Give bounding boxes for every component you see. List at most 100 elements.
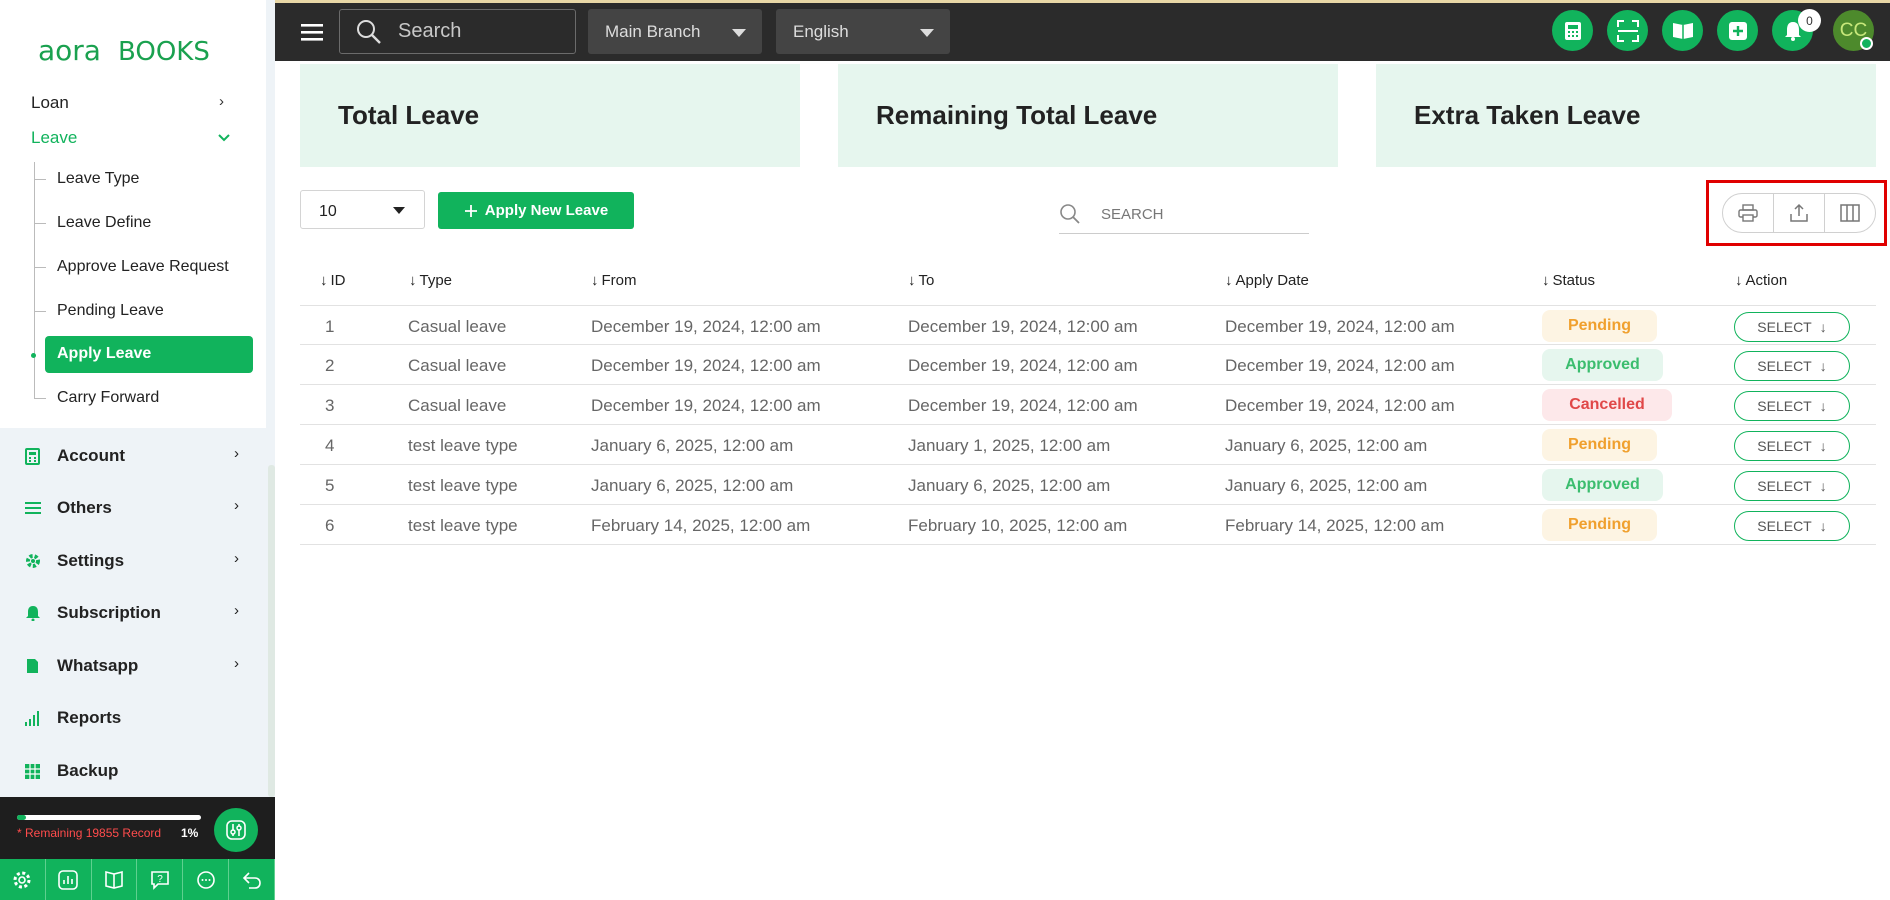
arrow-down-icon: ↓ — [1819, 438, 1827, 454]
scan-button[interactable] — [1607, 10, 1648, 51]
cell-from: January 6, 2025, 12:00 am — [591, 436, 794, 455]
cell-to: January 6, 2025, 12:00 am — [908, 476, 1111, 495]
table-row: 2 Casual leave December 19, 2024, 12:00 … — [300, 345, 1876, 385]
cell-type: test leave type — [408, 476, 518, 495]
select-label: SELECT — [1757, 398, 1812, 414]
search-icon — [1060, 204, 1080, 224]
status-badge: Pending — [1542, 509, 1657, 541]
remaining-total-leave-card: Remaining Total Leave — [838, 64, 1338, 167]
sidebar-scrollbar[interactable] — [268, 465, 275, 797]
select-action-button[interactable]: SELECT ↓ — [1734, 511, 1850, 541]
sidebar-item-apply-leave[interactable]: Apply Leave — [45, 336, 253, 373]
sidebar-item-subscription[interactable]: Subscription — [24, 603, 161, 623]
chevron-right-icon: › — [234, 497, 239, 514]
back-arrow-icon[interactable] — [229, 859, 275, 900]
sidebar-item-leave-type[interactable]: Leave Type — [57, 170, 139, 188]
cell-to: December 19, 2024, 12:00 am — [908, 396, 1138, 415]
online-status-dot — [1860, 37, 1873, 50]
quota-progress-track — [17, 815, 201, 820]
sidebar-item-loan[interactable]: Loan — [31, 93, 69, 113]
select-action-button[interactable]: SELECT ↓ — [1734, 431, 1850, 461]
status-badge: Pending — [1542, 429, 1657, 461]
select-action-button[interactable]: SELECT ↓ — [1734, 471, 1850, 501]
column-header-action[interactable]: ↓ Action — [1735, 272, 1787, 289]
search-input[interactable] — [398, 20, 548, 43]
table-search-input[interactable] — [1101, 205, 1301, 223]
print-button[interactable] — [1723, 194, 1774, 232]
sidebar-item-label: Reports — [57, 708, 122, 727]
caret-down-icon — [393, 207, 405, 214]
plus-icon — [464, 204, 477, 217]
cell-type: Casual leave — [408, 396, 507, 415]
sort-arrow-icon: ↓ — [1225, 272, 1233, 289]
sidebar-item-label: Account — [57, 446, 125, 465]
chat-icon[interactable] — [183, 859, 230, 900]
arrow-down-icon: ↓ — [1819, 478, 1827, 494]
column-header-apply-date[interactable]: ↓ Apply Date — [1225, 272, 1309, 289]
language-select[interactable]: English — [776, 9, 950, 54]
sidebar-item-backup[interactable]: Backup — [24, 761, 118, 781]
calculator-button[interactable] — [1552, 10, 1593, 51]
cell-apply-date: January 6, 2025, 12:00 am — [1225, 436, 1428, 455]
sidebar-item-leave[interactable]: Leave — [31, 128, 77, 148]
sidebar-item-others[interactable]: Others — [24, 498, 112, 518]
open-book-icon — [1672, 22, 1693, 39]
sliders-icon — [226, 820, 246, 840]
search-icon — [357, 19, 381, 44]
cell-to: December 19, 2024, 12:00 am — [908, 317, 1138, 336]
chevron-right-icon: › — [234, 655, 239, 672]
column-header-from[interactable]: ↓ From — [591, 272, 637, 289]
column-header-status[interactable]: ↓ Status — [1542, 272, 1595, 289]
rows-per-page-select[interactable]: 10 — [300, 190, 425, 229]
settings-icon[interactable] — [0, 859, 46, 900]
select-label: SELECT — [1757, 478, 1812, 494]
column-header-id[interactable]: ↓ ID — [320, 272, 346, 289]
app-logo[interactable]: aora BOOKS — [38, 32, 218, 70]
help-icon[interactable]: ? — [137, 859, 184, 900]
chart-icon[interactable] — [46, 859, 92, 900]
apply-new-leave-button[interactable]: Apply New Leave — [438, 192, 634, 229]
select-action-button[interactable]: SELECT ↓ — [1734, 391, 1850, 421]
select-action-button[interactable]: SELECT ↓ — [1734, 312, 1850, 342]
list-icon — [24, 500, 41, 517]
sidebar-item-leave-define[interactable]: Leave Define — [57, 214, 151, 232]
cell-type: Casual leave — [408, 317, 507, 336]
file-icon — [24, 658, 41, 675]
sort-arrow-icon: ↓ — [908, 272, 916, 289]
sidebar-item-pending-leave[interactable]: Pending Leave — [57, 302, 164, 320]
sidebar-item-account[interactable]: Account — [24, 446, 125, 466]
quota-progress-fill — [17, 815, 26, 820]
sort-arrow-icon: ↓ — [1735, 272, 1743, 289]
columns-button[interactable] — [1825, 194, 1875, 232]
book-button[interactable] — [1662, 10, 1703, 51]
sort-arrow-icon: ↓ — [591, 272, 599, 289]
sliders-button[interactable] — [214, 808, 258, 852]
hamburger-menu-icon[interactable] — [301, 23, 323, 41]
column-header-type[interactable]: ↓ Type — [409, 272, 452, 289]
add-button[interactable] — [1717, 10, 1758, 51]
sidebar-item-approve-leave-request[interactable]: Approve Leave Request — [57, 258, 229, 276]
branch-select-value: Main Branch — [605, 21, 701, 41]
cell-to: December 19, 2024, 12:00 am — [908, 356, 1138, 375]
column-header-label: From — [601, 272, 637, 289]
book-icon[interactable] — [92, 859, 138, 900]
sidebar-item-reports[interactable]: Reports — [24, 708, 121, 728]
sidebar-item-carry-forward[interactable]: Carry Forward — [57, 389, 159, 407]
cell-to: January 1, 2025, 12:00 am — [908, 436, 1111, 455]
arrow-down-icon: ↓ — [1819, 319, 1827, 335]
sidebar-item-whatsapp[interactable]: Whatsapp — [24, 656, 138, 676]
sidebar-item-label: Whatsapp — [57, 656, 139, 675]
sidebar-item-label: Others — [57, 498, 112, 517]
quota-remaining-text: * Remaining 19855 Record — [17, 826, 162, 840]
column-header-to[interactable]: ↓ To — [908, 272, 934, 289]
table-row: 6 test leave type February 14, 2025, 12:… — [300, 505, 1876, 545]
export-button[interactable] — [1774, 194, 1825, 232]
calculator-icon — [1564, 21, 1581, 40]
select-label: SELECT — [1757, 518, 1812, 534]
sidebar-item-settings[interactable]: Settings — [24, 551, 124, 571]
sidebar-item-label: Apply Leave — [57, 345, 152, 362]
select-action-button[interactable]: SELECT ↓ — [1734, 351, 1850, 381]
column-header-label: Apply Date — [1235, 272, 1309, 289]
branch-select[interactable]: Main Branch — [588, 9, 762, 54]
tree-tick — [34, 223, 46, 224]
